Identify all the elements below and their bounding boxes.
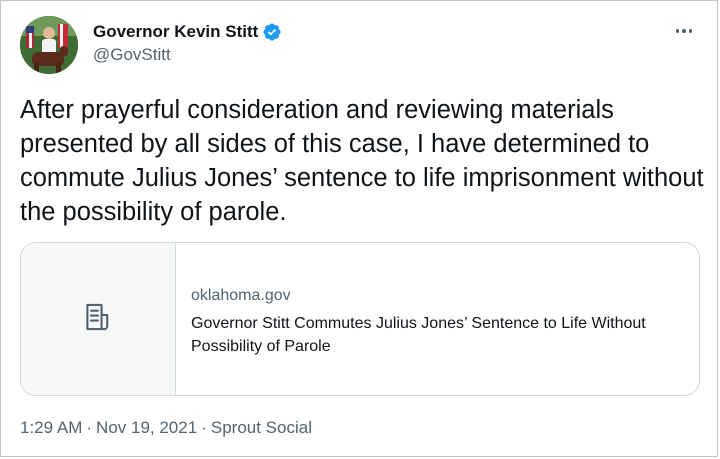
article-document-icon (81, 300, 115, 339)
link-card[interactable]: oklahoma.gov Governor Stitt Commutes Jul… (20, 242, 700, 396)
tweet-meta: 1:29 AM · Nov 19, 2021 · Sprout Social (20, 418, 312, 438)
link-card-domain: oklahoma.gov (191, 287, 291, 304)
tweet-date[interactable]: Nov 19, 2021 (96, 418, 197, 437)
tweet-source[interactable]: Sprout Social (211, 418, 312, 437)
tweet-header: Governor Kevin Stitt @GovStitt (20, 16, 701, 74)
verified-badge-icon (262, 22, 282, 42)
name-row: Governor Kevin Stitt (93, 21, 282, 43)
meta-separator: · (201, 418, 207, 437)
author-handle[interactable]: @GovStitt (93, 45, 282, 65)
link-card-media (21, 243, 176, 395)
tweet-time[interactable]: 1:29 AM (20, 418, 82, 437)
more-dot (688, 29, 693, 33)
more-options-icon[interactable] (673, 20, 695, 42)
author-display-name[interactable]: Governor Kevin Stitt (93, 22, 258, 42)
avatar[interactable] (20, 16, 78, 74)
meta-separator: · (86, 418, 93, 437)
tweet-card: Governor Kevin Stitt @GovStitt After pra… (0, 0, 718, 457)
author-names: Governor Kevin Stitt @GovStitt (93, 21, 282, 65)
tweet-text: After prayerful consideration and review… (20, 96, 704, 226)
more-dot (682, 29, 686, 33)
link-card-title: Governor Stitt Commutes Julius Jones’ Se… (191, 315, 646, 355)
more-dot (675, 29, 680, 33)
link-card-info: oklahoma.gov Governor Stitt Commutes Jul… (191, 286, 671, 358)
